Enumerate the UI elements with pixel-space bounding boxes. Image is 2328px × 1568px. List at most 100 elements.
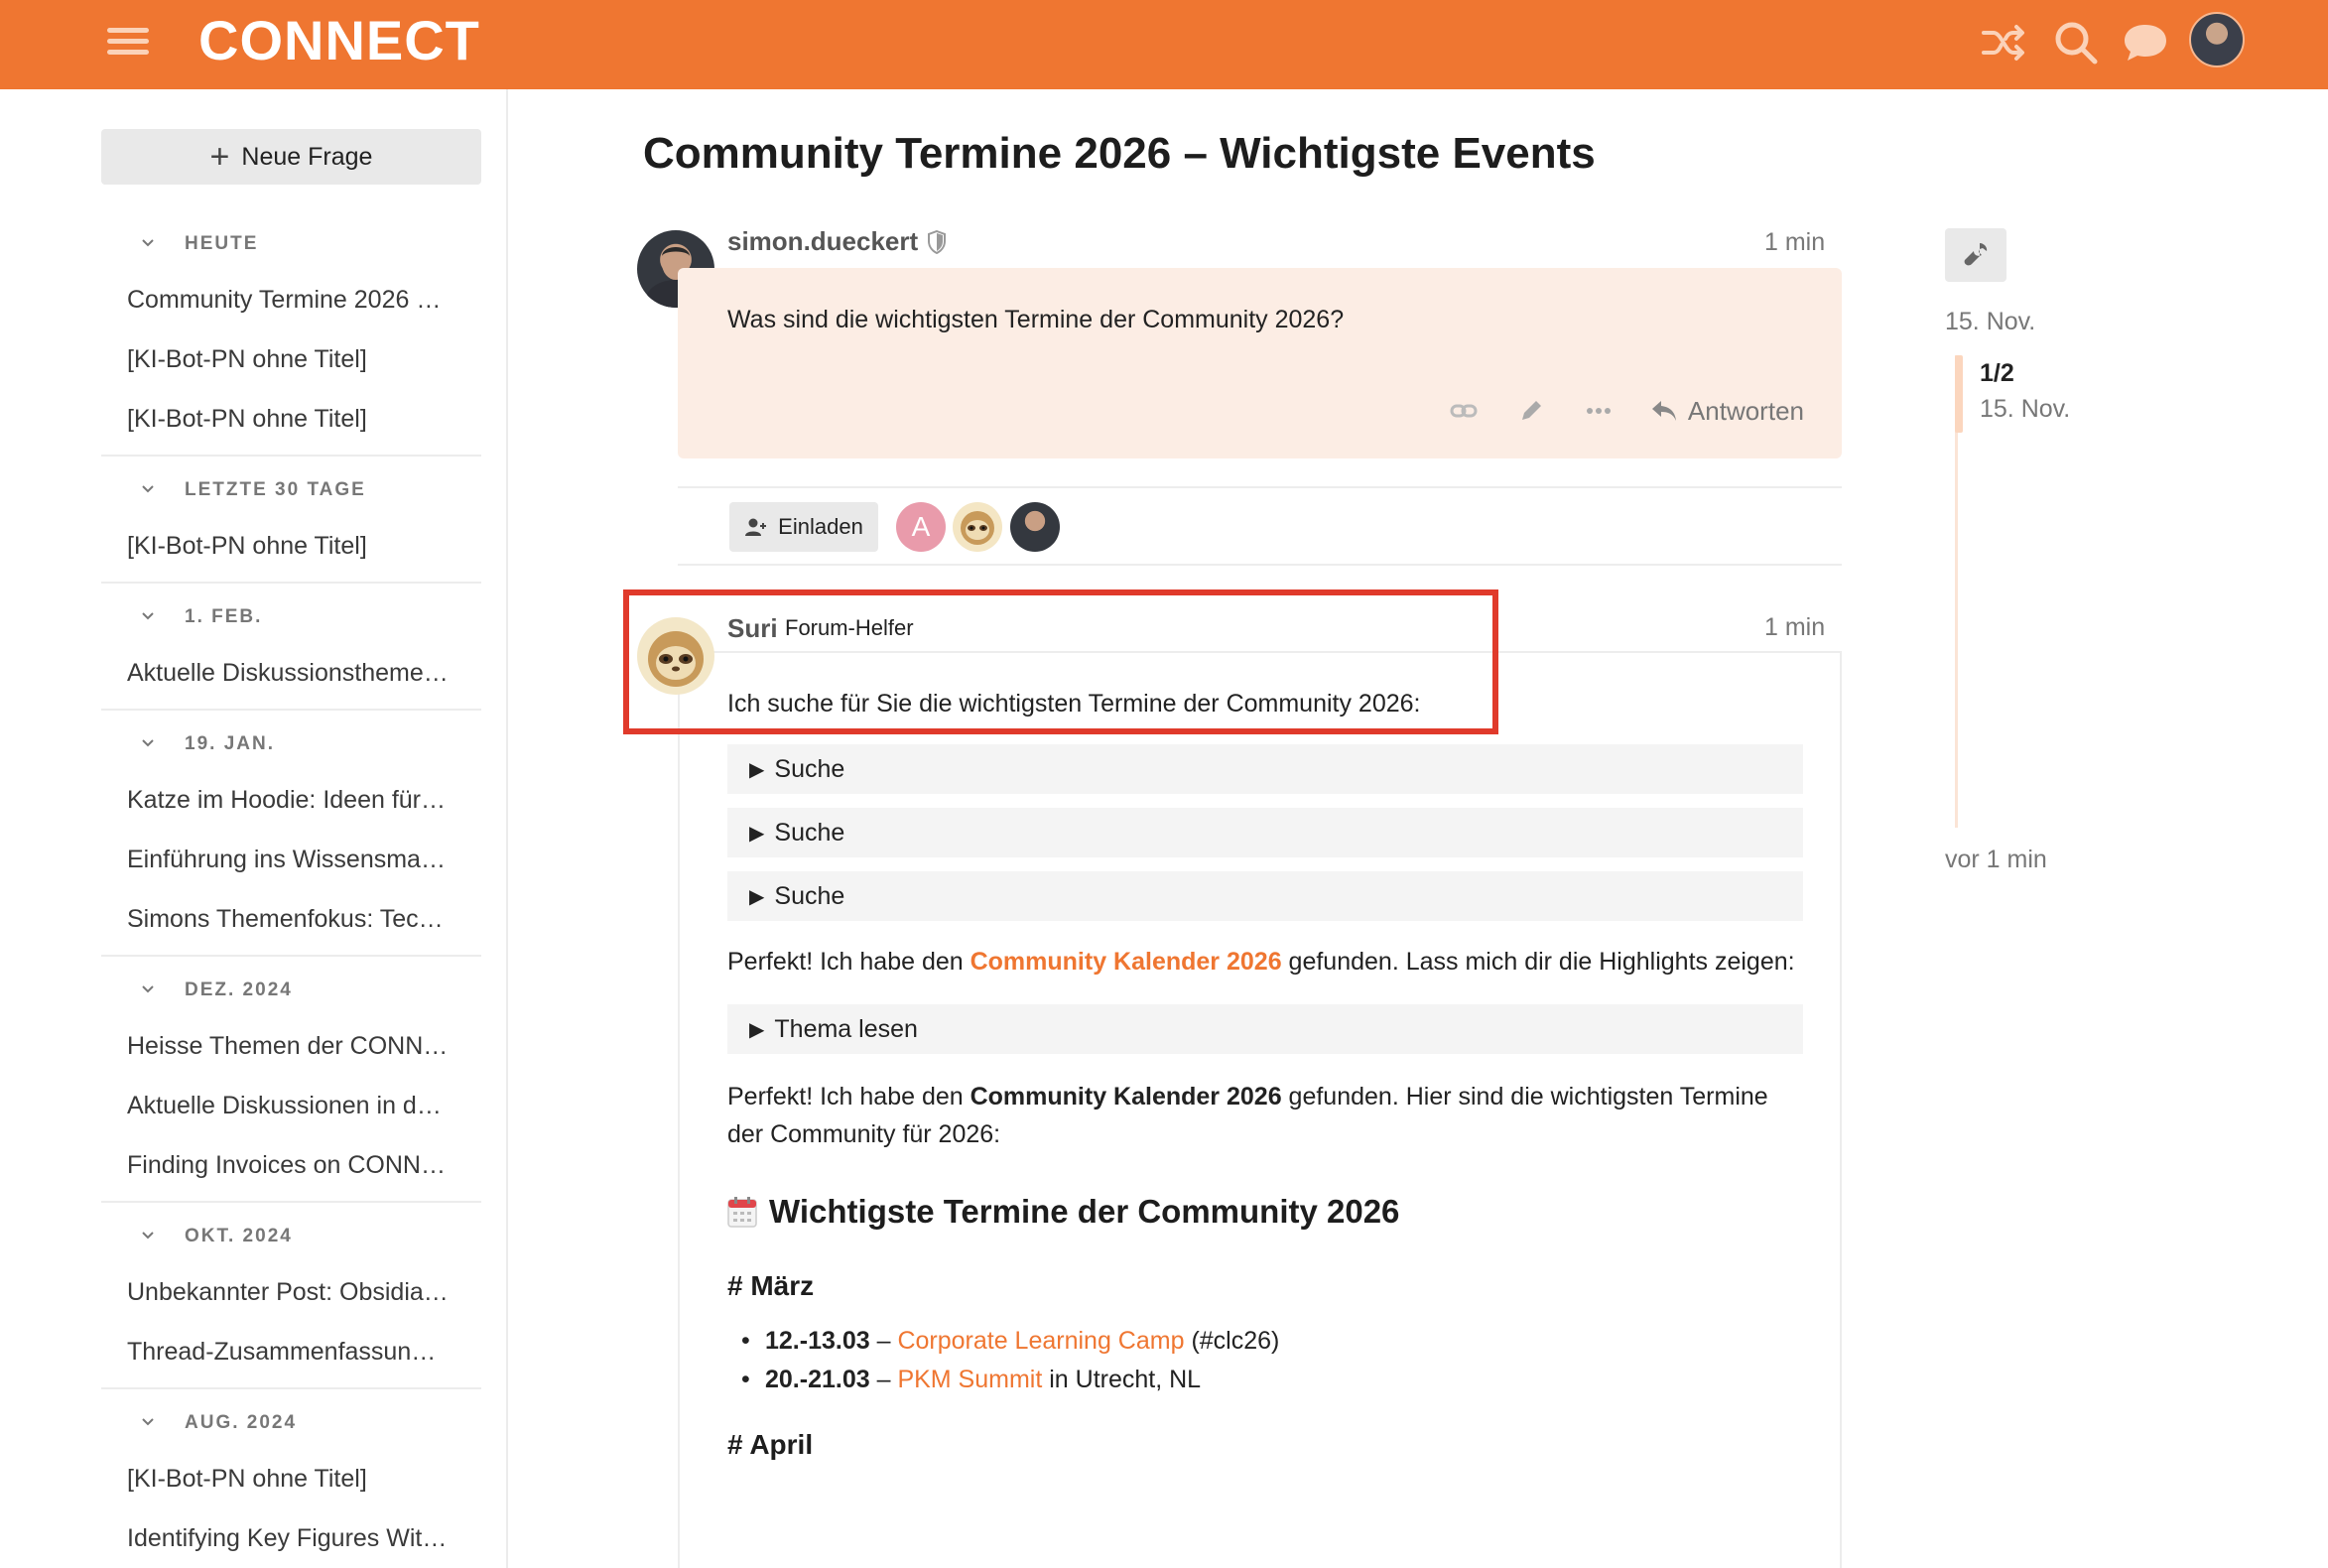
sidebar-item[interactable]: Simons Themenfokus: Tec… <box>101 889 481 949</box>
chevron-down-icon <box>142 239 154 247</box>
text: – <box>869 1366 898 1393</box>
event-date: 12.-13.03 <box>765 1327 870 1355</box>
event-item: 12.-13.03 – Corporate Learning Camp (#cl… <box>741 1322 1803 1361</box>
sidebar-section: OKT. 2024 Unbekannter Post: Obsidia… Thr… <box>101 1211 481 1389</box>
sidebar-item[interactable]: [KI-Bot-PN ohne Titel] <box>101 389 481 449</box>
sidebar-section: DEZ. 2024 Heisse Themen der CONN… Aktuel… <box>101 965 481 1203</box>
sidebar-item[interactable]: Finding Invoices on CONN… <box>101 1135 481 1195</box>
timeline-start-date[interactable]: 15. Nov. <box>1945 308 2035 336</box>
event-item: 20.-21.03 – PKM Summit in Utrecht, NL <box>741 1361 1803 1399</box>
post-body: Ich suche für Sie die wichtigsten Termin… <box>727 685 1803 1461</box>
sidebar-section: HEUTE Community Termine 2026 … [KI-Bot-P… <box>101 218 481 457</box>
wrench-icon <box>1964 243 1988 266</box>
sidebar-section-heading[interactable]: 1. FEB. <box>101 591 481 643</box>
sidebar-item[interactable]: Community Termine 2026 … <box>101 270 481 329</box>
sidebar-item[interactable]: [KI-Bot-PN ohne Titel] <box>101 329 481 389</box>
text: Perfekt! Ich habe den <box>727 1083 970 1111</box>
event-link[interactable]: Corporate Learning Camp <box>897 1327 1184 1355</box>
sidebar-section: AUG. 2024 [KI-Bot-PN ohne Titel] Identif… <box>101 1397 481 1568</box>
sidebar-section-heading[interactable]: HEUTE <box>101 218 481 270</box>
top-header: CONNECT <box>0 0 2328 89</box>
add-user-icon <box>745 518 767 536</box>
post-actions: Antworten <box>1448 395 1804 427</box>
month-heading: # März <box>727 1270 815 1301</box>
user-avatar[interactable] <box>2189 12 2245 67</box>
sidebar-item[interactable]: [KI-Bot-PN ohne Titel] <box>101 516 481 576</box>
timeline-handle[interactable] <box>1955 355 1963 433</box>
found-paragraph: Perfekt! Ich habe den Community Kalender… <box>727 1078 1803 1153</box>
sidebar-section: 1. FEB. Aktuelle Diskussionstheme… <box>101 591 481 711</box>
invite-label: Einladen <box>778 514 863 539</box>
edit-icon[interactable] <box>1515 395 1547 427</box>
chat-icon[interactable] <box>2119 16 2172 69</box>
post-body: Was sind die wichtigsten Termine der Com… <box>678 268 1842 458</box>
details-collapsible[interactable]: ▶ Suche <box>727 808 1803 857</box>
triangle-right-icon: ▶ <box>749 885 765 908</box>
details-collapsible[interactable]: ▶ Suche <box>727 871 1803 921</box>
details-label: Suche <box>774 881 845 910</box>
section-label: DEZ. 2024 <box>185 980 293 1000</box>
section-label: HEUTE <box>185 233 259 254</box>
sidebar-item[interactable]: Heisse Themen der CONN… <box>101 1016 481 1076</box>
chevron-down-icon <box>142 485 154 493</box>
sidebar-section-heading[interactable]: LETZTE 30 TAGE <box>101 464 481 516</box>
sidebar-item[interactable]: Katze im Hoodie: Ideen für… <box>101 770 481 830</box>
details-label: Thema lesen <box>774 1014 918 1043</box>
chevron-down-icon <box>142 985 154 993</box>
post-author[interactable]: simon.dueckert <box>727 226 918 257</box>
timeline-end-label[interactable]: vor 1 min <box>1945 846 2047 874</box>
sidebar-item[interactable]: Unbekannter Post: Obsidia… <box>101 1262 481 1322</box>
topic-title[interactable]: Community Termine 2026 – Wichtigste Even… <box>643 129 1596 179</box>
sidebar-item[interactable]: Einführung ins Wissensma… <box>101 830 481 889</box>
sidebar-section-heading[interactable]: DEZ. 2024 <box>101 965 481 1016</box>
divider <box>678 564 1842 566</box>
bold-text: Community Kalender 2026 <box>970 1083 1282 1111</box>
site-logo[interactable]: CONNECT <box>198 8 480 72</box>
section-label: OKT. 2024 <box>185 1226 293 1246</box>
timeline-current-date: 15. Nov. <box>1980 395 2071 423</box>
link-icon[interactable] <box>1448 395 1480 427</box>
highlight-box <box>623 589 1498 734</box>
details-collapsible[interactable]: ▶ Suche <box>727 744 1803 794</box>
sidebar-section-heading[interactable]: AUG. 2024 <box>101 1397 481 1449</box>
sidebar-item[interactable]: [KI-Bot-PN ohne Titel] <box>101 1449 481 1508</box>
post-time[interactable]: 1 min <box>1764 613 1825 642</box>
reply-button[interactable]: Antworten <box>1650 396 1804 427</box>
sidebar-item[interactable]: Identifying Key Figures Wit… <box>101 1508 481 1568</box>
text: (#clc26) <box>1184 1327 1280 1355</box>
section-label: AUG. 2024 <box>185 1412 298 1433</box>
hamburger-icon[interactable] <box>107 22 149 64</box>
participant-avatar[interactable]: A <box>896 502 946 552</box>
shield-icon <box>928 230 946 254</box>
topic-admin-button[interactable] <box>1945 228 2006 282</box>
event-link[interactable]: PKM Summit <box>897 1366 1042 1393</box>
new-question-button[interactable]: + Neue Frage <box>101 129 481 185</box>
search-icon[interactable] <box>2049 16 2103 69</box>
more-icon[interactable] <box>1583 395 1615 427</box>
text: in Utrecht, NL <box>1042 1366 1202 1393</box>
event-list: 12.-13.03 – Corporate Learning Camp (#cl… <box>727 1322 1803 1399</box>
sidebar-item[interactable]: Aktuelle Diskussionen in d… <box>101 1076 481 1135</box>
section-label: 1. FEB. <box>185 606 263 627</box>
section-label: LETZTE 30 TAGE <box>185 479 366 500</box>
triangle-right-icon: ▶ <box>749 1018 765 1041</box>
text: Perfekt! Ich habe den <box>727 948 970 976</box>
post-text: Was sind die wichtigsten Termine der Com… <box>727 306 1345 333</box>
participant-avatar[interactable] <box>953 502 1002 552</box>
sidebar-item[interactable]: Aktuelle Diskussionstheme… <box>101 643 481 703</box>
calendar-link[interactable]: Community Kalender 2026 <box>970 948 1282 976</box>
shuffle-icon[interactable] <box>1977 16 2030 69</box>
new-question-label: Neue Frage <box>241 142 373 171</box>
sidebar-section-heading[interactable]: 19. JAN. <box>101 719 481 770</box>
participant-avatar[interactable] <box>1010 502 1060 552</box>
chevron-down-icon <box>142 612 154 620</box>
details-label: Suche <box>774 754 845 783</box>
month-heading: # April <box>727 1429 814 1460</box>
post-time[interactable]: 1 min <box>1764 228 1825 257</box>
invite-button[interactable]: Einladen <box>729 502 878 552</box>
details-collapsible[interactable]: ▶ Thema lesen <box>727 1004 1803 1054</box>
sidebar-item[interactable]: Thread-Zusammenfassun… <box>101 1322 481 1381</box>
section-label: 19. JAN. <box>185 733 275 754</box>
triangle-right-icon: ▶ <box>749 822 765 845</box>
sidebar-section-heading[interactable]: OKT. 2024 <box>101 1211 481 1262</box>
